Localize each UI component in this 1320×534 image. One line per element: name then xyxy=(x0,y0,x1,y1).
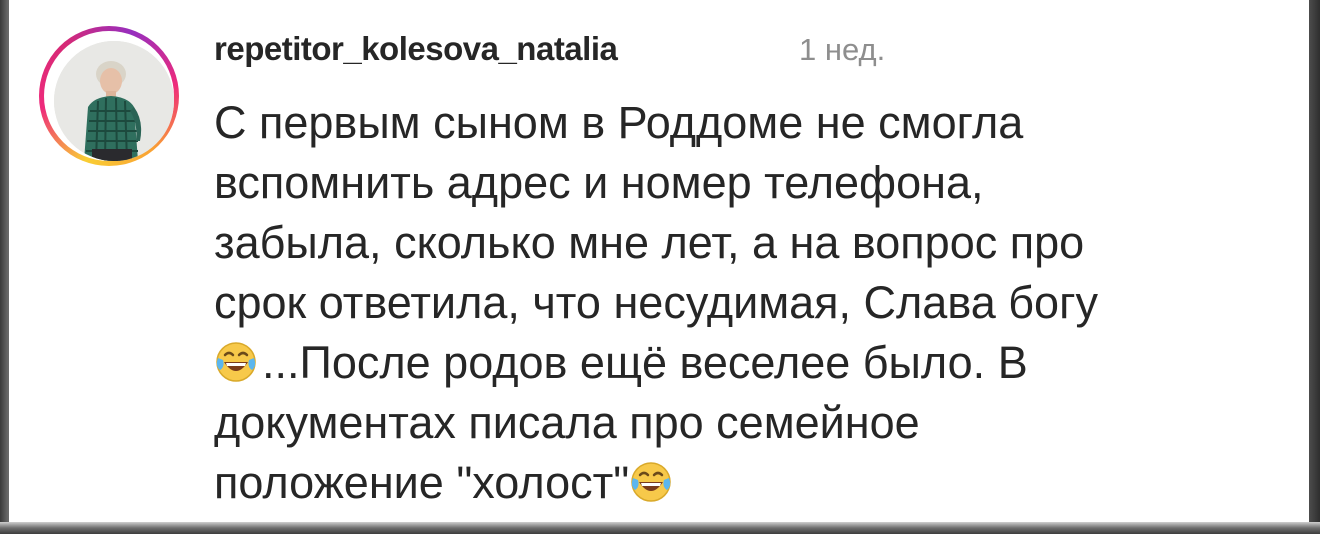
comment-line-7: положение "холост" xyxy=(214,457,630,508)
comment-timestamp: 1 нед. xyxy=(799,32,886,67)
comment-line-2: вспомнить адрес и номер телефона, xyxy=(214,157,984,208)
avatar-photo xyxy=(54,41,174,161)
comment-username[interactable]: repetitor_kolesova_natalia xyxy=(214,30,618,68)
avatar-story-ring[interactable] xyxy=(39,26,179,166)
face-with-tears-of-joy-icon xyxy=(631,462,671,502)
face-with-tears-of-joy-icon xyxy=(216,342,256,382)
comment-line-4: срок ответила, что несудимая, Слава богу xyxy=(214,277,1098,328)
avatar[interactable] xyxy=(54,41,174,161)
comment-text: С первым сыном в Роддоме не смогла вспом… xyxy=(214,93,1304,513)
comment-line-5: ...После родов ещё веселее было. В xyxy=(262,337,1028,388)
comment-line-3: забыла, сколько мне лет, а на вопрос про xyxy=(214,217,1085,268)
screen-bottom-edge xyxy=(0,522,1320,534)
comment-card: repetitor_kolesova_natalia 1 нед. С перв… xyxy=(9,0,1309,522)
comment-line-6: документах писала про семейное xyxy=(214,397,920,448)
comment-line-1: С первым сыном в Роддоме не смогла xyxy=(214,97,1024,148)
